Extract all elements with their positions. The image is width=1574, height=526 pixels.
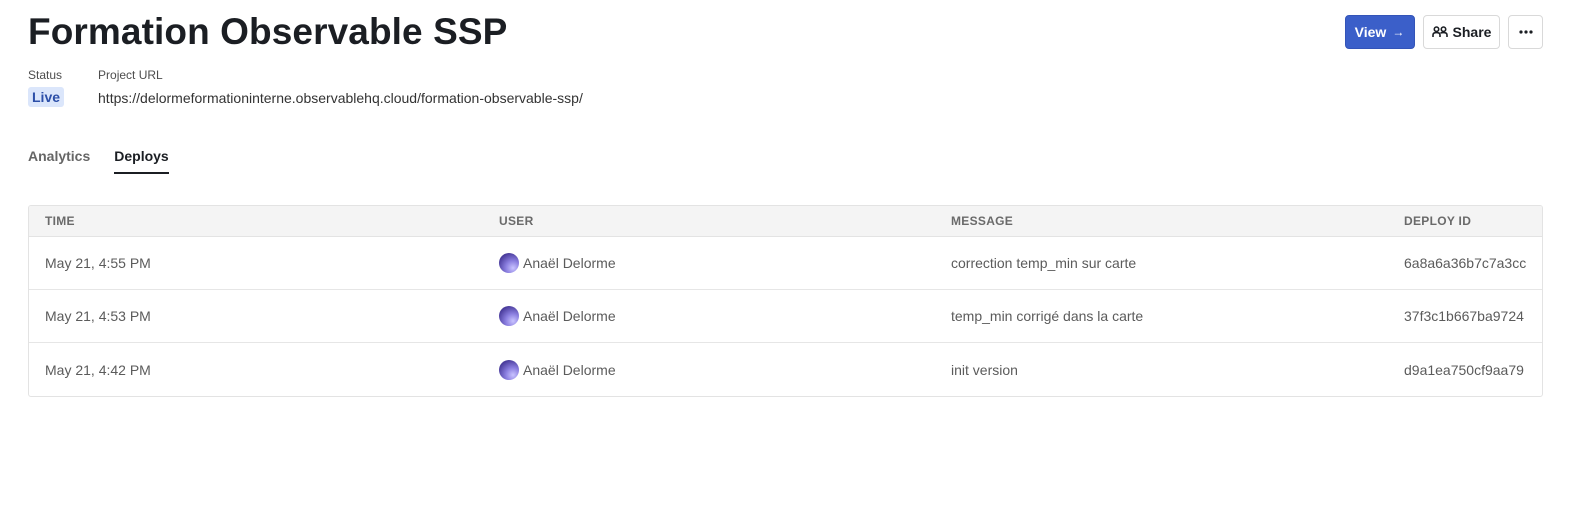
- column-header-deploy-id: DEPLOY ID: [1404, 214, 1472, 228]
- deploy-time: May 21, 4:42 PM: [45, 361, 151, 378]
- deploy-user: Anaël Delorme: [499, 253, 951, 273]
- column-header-time: TIME: [45, 214, 75, 228]
- table-row[interactable]: May 21, 4:55 PM Anaël Delorme correction…: [29, 237, 1542, 290]
- view-button-label: View: [1354, 24, 1387, 40]
- deploy-message: correction temp_min sur carte: [951, 255, 1137, 271]
- status-badge: Live: [28, 87, 65, 107]
- tab-analytics[interactable]: Analytics: [28, 148, 90, 174]
- view-button[interactable]: View →: [1345, 15, 1415, 49]
- deploy-message: temp_min corrigé dans la carte: [951, 308, 1144, 324]
- project-url-label: Project URL: [98, 68, 163, 82]
- tab-bar: Analytics Deploys: [28, 148, 169, 174]
- more-options-button[interactable]: [1508, 15, 1543, 49]
- column-header-message: MESSAGE: [951, 214, 1014, 228]
- deploy-id: 37f3c1b667ba9724: [1404, 308, 1524, 324]
- header-actions: View → Share: [1345, 15, 1543, 49]
- deploy-time: May 21, 4:55 PM: [45, 255, 151, 271]
- status-block: Status Live: [28, 68, 65, 107]
- arrow-right-icon: →: [1392, 25, 1405, 39]
- table-header: TIME USER MESSAGE DEPLOY ID: [29, 206, 1542, 237]
- user-avatar-icon: [499, 253, 519, 273]
- deploy-message: init version: [951, 361, 1018, 378]
- page-title: Formation Observable SSP: [28, 11, 508, 52]
- project-url-block: Project URL https://delormeformationinte…: [98, 68, 583, 107]
- deploy-time: May 21, 4:53 PM: [45, 308, 151, 324]
- deploy-id: 6a8a6a36b7c7a3cc: [1404, 255, 1527, 271]
- user-name: Anaël Delorme: [523, 361, 616, 378]
- deploys-table: TIME USER MESSAGE DEPLOY ID May 21, 4:55…: [28, 205, 1543, 397]
- user-name: Anaël Delorme: [523, 308, 616, 324]
- deploy-user: Anaël Delorme: [499, 306, 951, 326]
- user-avatar-icon: [499, 306, 519, 326]
- deploys-page: Formation Observable SSP View → Share St…: [0, 0, 1574, 526]
- table-row[interactable]: May 21, 4:53 PM Anaël Delorme temp_min c…: [29, 290, 1542, 343]
- deploy-user: Anaël Delorme: [499, 359, 951, 380]
- project-url-link[interactable]: https://delormeformationinterne.observab…: [98, 90, 583, 106]
- table-row[interactable]: May 21, 4:42 PM Anaël Delorme init versi…: [29, 343, 1542, 396]
- project-meta: Status Live Project URL https://delormef…: [28, 68, 583, 107]
- share-button[interactable]: Share: [1423, 15, 1500, 49]
- share-people-icon: [1431, 26, 1448, 38]
- share-button-label: Share: [1452, 24, 1492, 40]
- status-label: Status: [28, 68, 63, 82]
- deploy-id: d9a1ea750cf9aa79: [1404, 361, 1524, 378]
- column-header-user: USER: [499, 214, 534, 228]
- tab-deploys[interactable]: Deploys: [114, 148, 169, 174]
- user-name: Anaël Delorme: [523, 255, 616, 271]
- user-avatar-icon: [499, 359, 519, 380]
- ellipsis-icon: [1518, 30, 1533, 34]
